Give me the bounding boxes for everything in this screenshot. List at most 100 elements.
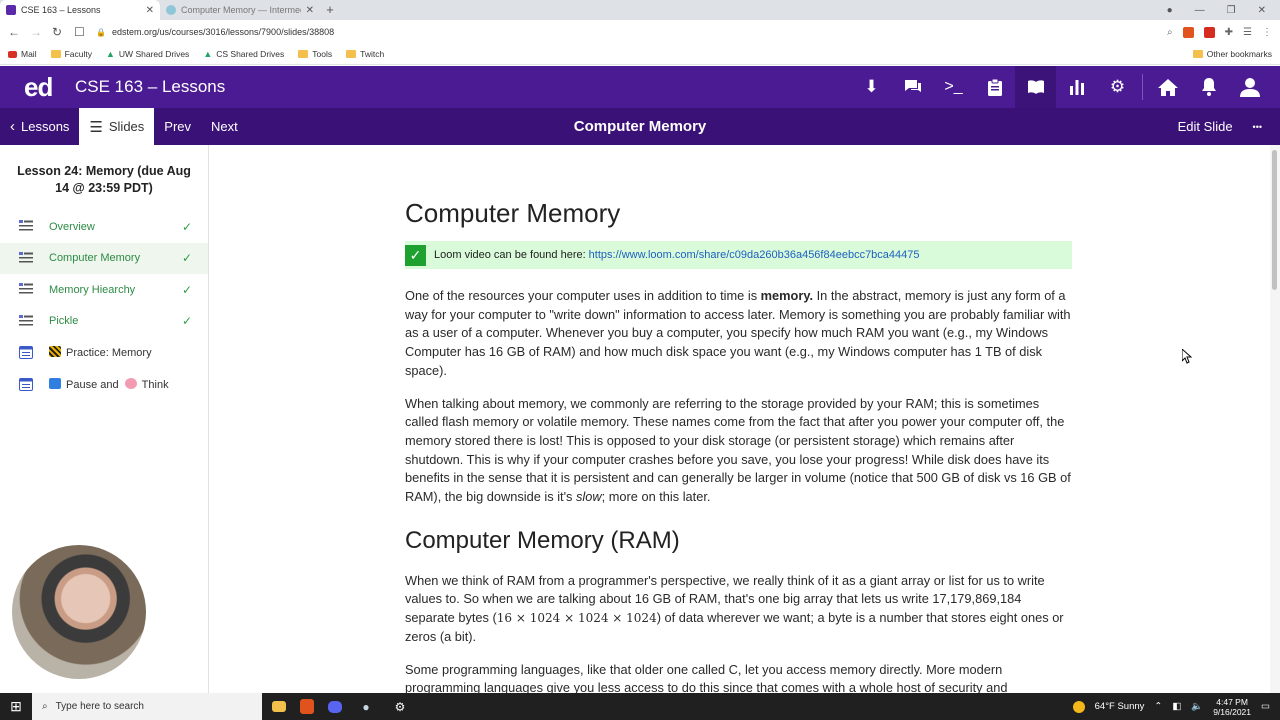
terminal-icon[interactable]: >_	[933, 66, 974, 108]
next-button[interactable]: Next	[201, 108, 248, 145]
tab-title: Computer Memory — Intermediate D	[181, 5, 301, 15]
reading-list-icon[interactable]: ☰	[1243, 27, 1252, 38]
lock-icon: 🔒	[96, 27, 106, 37]
restore-icon[interactable]: ❐	[1227, 5, 1236, 16]
paragraph-2: When talking about memory, we commonly a…	[405, 395, 1071, 505]
slides-toggle-button[interactable]: ☰ Slides	[79, 108, 155, 145]
url-text: edstem.org/us/courses/3016/lessons/7900/…	[111, 27, 335, 37]
bookmark-uw-shared-drives[interactable]: ▲ UW Shared Drives	[106, 49, 189, 59]
acrobat-icon[interactable]	[1203, 26, 1215, 38]
windows-start-icon[interactable]: ⊞	[0, 698, 32, 715]
close-tab-icon[interactable]: ✕	[306, 5, 314, 16]
new-tab-button[interactable]: +	[320, 0, 340, 20]
lessons-icon[interactable]	[1015, 66, 1056, 108]
document-slide-icon	[19, 220, 33, 231]
url-field[interactable]: 🔒 edstem.org/us/courses/3016/lessons/790…	[96, 27, 1155, 37]
math-expression: 16 × 1024 × 1024 × 1024	[496, 611, 657, 626]
check-icon: ✓	[181, 251, 192, 266]
address-bar: ← → ↻ ☐ 🔒 edstem.org/us/courses/3016/les…	[0, 20, 1280, 44]
menu-icon[interactable]: ⋮	[1262, 27, 1272, 38]
browser-tabstrip: CSE 163 – Lessons ✕ Computer Memory — In…	[0, 0, 1280, 20]
clock[interactable]: 4:47 PM 9/16/2021	[1213, 697, 1251, 717]
slow-emphasis: slow	[576, 489, 602, 505]
hamburger-icon: ☰	[89, 118, 103, 136]
download-icon[interactable]: ⬇	[851, 66, 892, 108]
zoom-icon[interactable]: ⌕	[1167, 27, 1173, 38]
bookmark-icon[interactable]: ☐	[74, 25, 85, 39]
sidebar-item-computer-memory[interactable]: Computer Memory ✓	[0, 242, 208, 274]
brain-icon	[124, 377, 137, 389]
sidebar-item-practice-memory[interactable]: Practice: Memory	[0, 337, 208, 369]
weather-text[interactable]: 64°F Sunny	[1095, 701, 1145, 712]
window-controls: ● — ❐ ✕	[1167, 0, 1280, 20]
browser-tab-active[interactable]: CSE 163 – Lessons ✕	[0, 0, 160, 20]
network-icon[interactable]: ◧	[1172, 701, 1181, 712]
page-title: Computer Memory	[405, 198, 621, 228]
brave-shield-icon[interactable]	[1182, 26, 1194, 38]
minimize-icon[interactable]: —	[1195, 5, 1205, 16]
ed-toolbar: ⬇ >_ ⚙	[851, 66, 1280, 108]
home-icon[interactable]	[1147, 66, 1188, 108]
analytics-icon[interactable]	[1056, 66, 1097, 108]
clipboard-icon[interactable]	[974, 66, 1015, 108]
discord-icon[interactable]	[328, 700, 342, 713]
windows-taskbar: ⊞ ⌕ Type here to search ● ⚙ 64°F Sunny ⌃…	[0, 693, 1280, 720]
lesson-nav-bar: ‹ Lessons ☰ Slides Prev Next Computer Me…	[0, 108, 1280, 145]
settings-icon[interactable]: ⚙	[1097, 66, 1138, 108]
course-title[interactable]: CSE 163 – Lessons	[75, 77, 225, 97]
chat-icon[interactable]	[892, 66, 933, 108]
user-icon[interactable]	[1229, 66, 1270, 108]
checkmark-icon: ✓	[405, 244, 426, 266]
check-icon: ✓	[181, 282, 192, 297]
sidebar-item-pickle[interactable]: Pickle ✓	[0, 306, 208, 338]
weather-sun-icon	[1072, 700, 1085, 713]
drive-icon: ▲	[106, 49, 115, 59]
sidebar-item-pause-and-think[interactable]: Pause and Think	[0, 369, 208, 401]
bookmark-twitch[interactable]: Twitch	[346, 49, 384, 59]
ed-logo[interactable]: ed	[0, 72, 75, 103]
sidebar-item-overview[interactable]: Overview ✓	[0, 211, 208, 243]
sidebar-item-label: Practice: Memory	[66, 347, 152, 360]
scrollbar-thumb[interactable]	[1272, 150, 1277, 290]
bookmarks-bar: Mail Faculty ▲ UW Shared Drives ▲ CS Share…	[0, 44, 1280, 65]
sidebar-item-memory-hiearchy[interactable]: Memory Hiearchy ✓	[0, 274, 208, 306]
construction-icon	[49, 346, 61, 358]
prev-button[interactable]: Prev	[154, 108, 201, 145]
edit-slide-button[interactable]: Edit Slide	[1168, 108, 1243, 145]
check-icon: ✓	[181, 314, 192, 329]
bookmark-tools[interactable]: Tools	[298, 49, 332, 59]
webcam-overlay	[12, 545, 146, 679]
sidebar-item-label-2: Think	[141, 378, 169, 391]
bookmark-faculty[interactable]: Faculty	[50, 49, 92, 59]
notification-icon[interactable]: ▭	[1261, 701, 1270, 712]
more-options-icon[interactable]: •••	[1249, 108, 1266, 145]
profile-icon[interactable]: ●	[1167, 5, 1173, 16]
volume-icon[interactable]: 🔈	[1191, 701, 1203, 712]
taskbar-search[interactable]: ⌕ Type here to search	[32, 693, 262, 720]
close-window-icon[interactable]: ✕	[1258, 5, 1266, 16]
back-icon[interactable]: ←	[8, 25, 20, 39]
bell-icon[interactable]	[1188, 66, 1229, 108]
reload-icon[interactable]: ↻	[52, 25, 62, 39]
file-explorer-icon[interactable]	[272, 701, 286, 712]
paragraph-3: When we think of RAM from a programmer's…	[405, 572, 1064, 644]
steam-icon[interactable]: ●	[356, 697, 376, 717]
paragraph-4: Some programming languages, like that ol…	[405, 661, 1008, 693]
loom-link[interactable]: https://www.loom.com/share/c09da260b36a4…	[589, 249, 920, 261]
tray-chevron-icon[interactable]: ⌃	[1154, 701, 1162, 712]
extensions-puzzle-icon[interactable]: ✚	[1225, 27, 1233, 38]
bookmark-mail[interactable]: Mail	[8, 49, 37, 59]
document-slide-icon	[19, 314, 33, 326]
bookmark-cs-shared-drives[interactable]: ▲ CS Shared Drives	[203, 49, 284, 59]
settings-gear-icon[interactable]: ⚙	[390, 697, 410, 717]
scrollbar[interactable]	[1270, 145, 1280, 693]
brave-browser-icon[interactable]	[300, 699, 314, 714]
document-slide-icon	[19, 251, 33, 263]
lessons-back-button[interactable]: ‹ Lessons	[0, 108, 79, 145]
search-icon: ⌕	[42, 701, 48, 712]
browser-tab-inactive[interactable]: Computer Memory — Intermediate D ✕	[160, 0, 320, 20]
tab-title: CSE 163 – Lessons	[21, 5, 101, 15]
forward-icon[interactable]: →	[30, 25, 42, 39]
close-tab-icon[interactable]: ✕	[146, 5, 154, 16]
bookmark-other[interactable]: Other bookmarks	[1192, 49, 1272, 59]
